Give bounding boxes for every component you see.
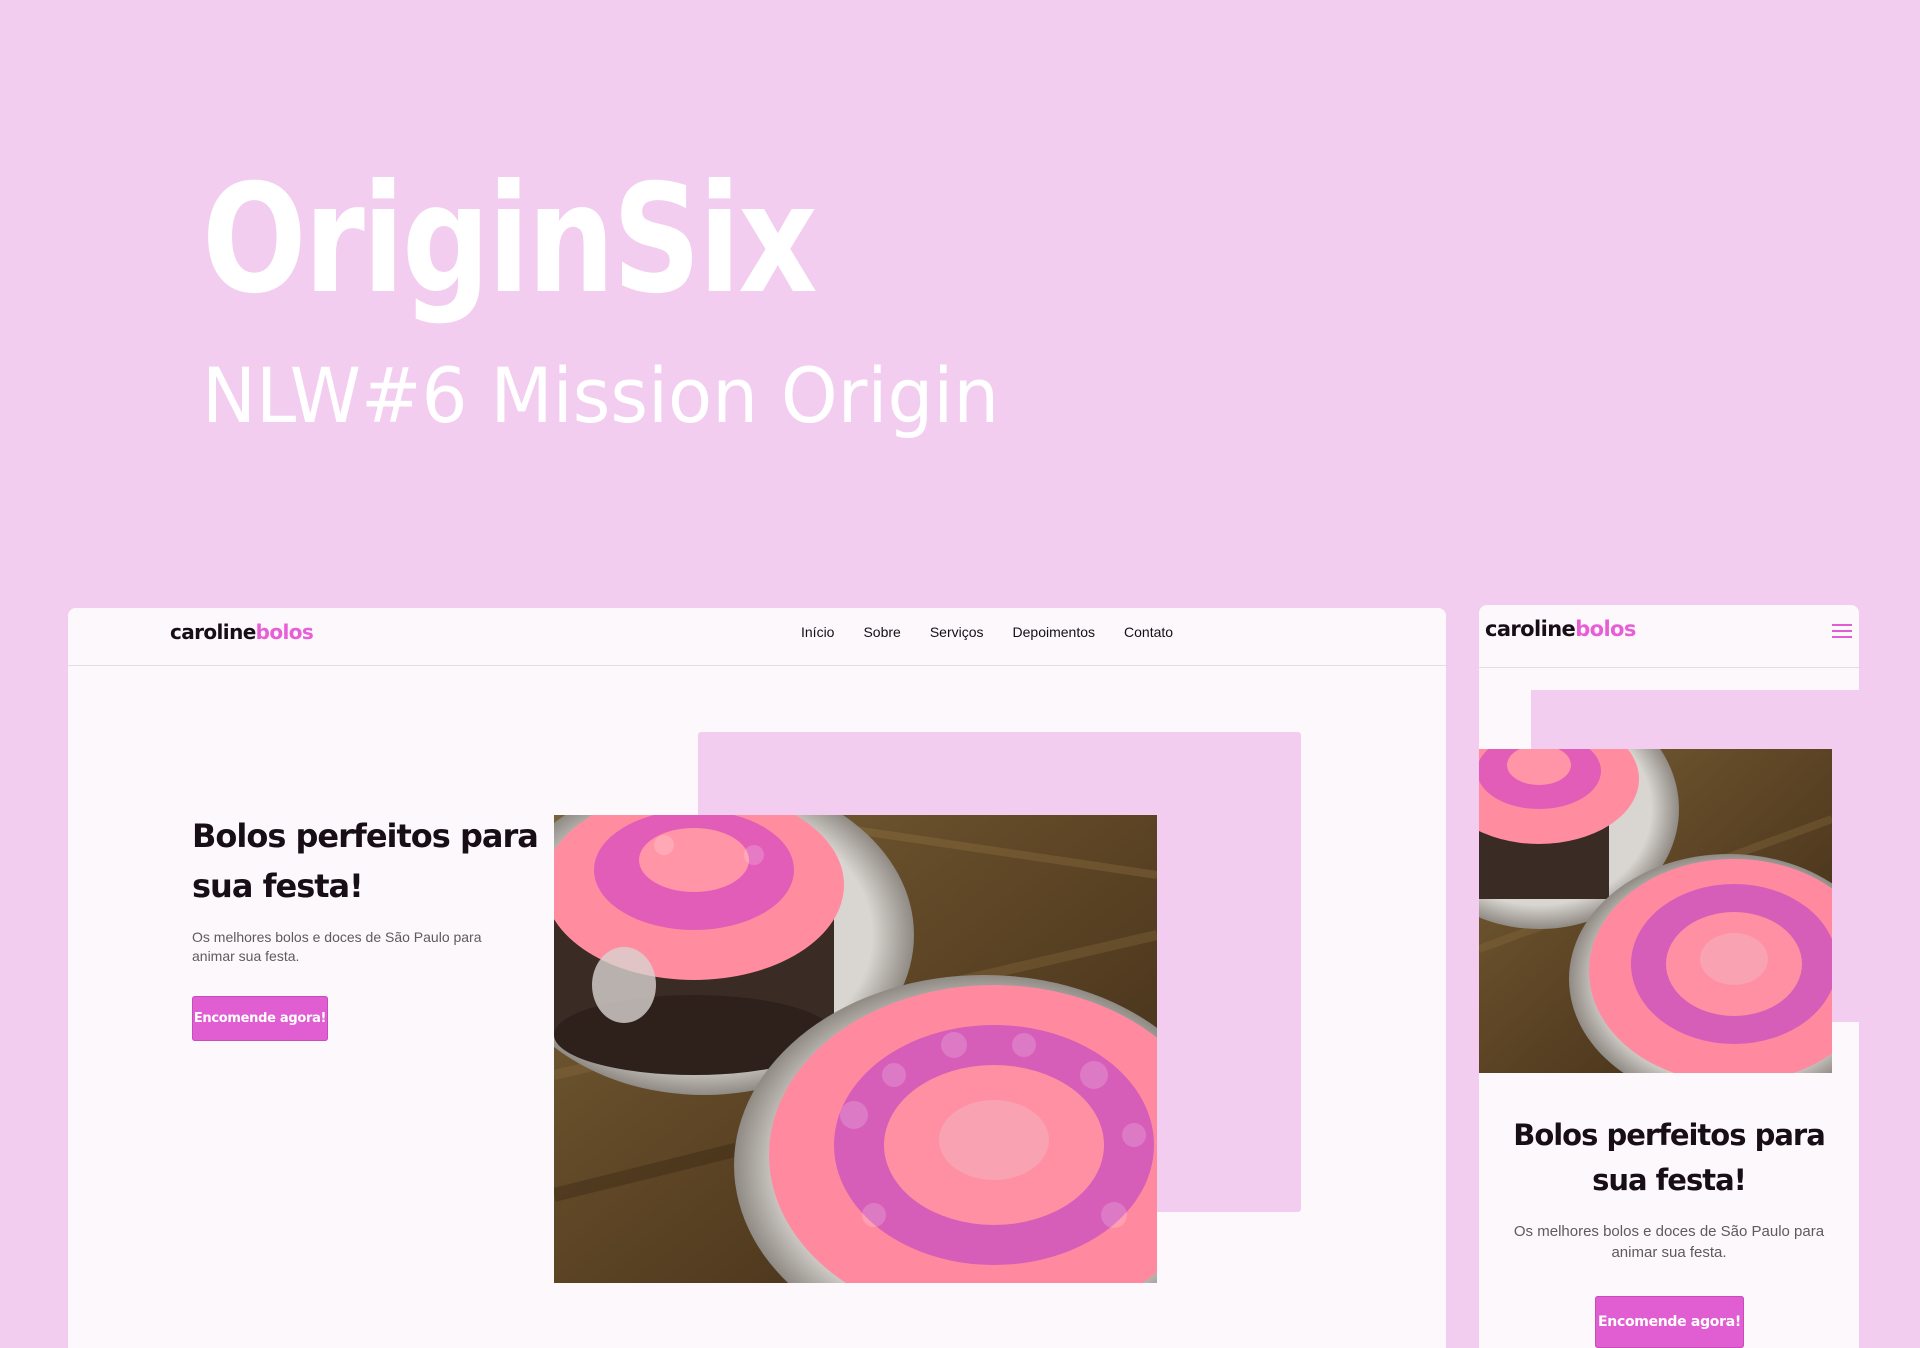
mobile-hero-description: Os melhores bolos e doces de São Paulo p…	[1513, 1223, 1825, 1261]
desktop-mockup: carolinebolos Início Sobre Serviços Depo…	[68, 608, 1446, 1348]
mobile-header: carolinebolos	[1479, 605, 1859, 668]
order-now-button[interactable]: Encomende agora!	[192, 996, 328, 1041]
mobile-logo-text-bolos: bolos	[1575, 617, 1636, 641]
site-header: carolinebolos Início Sobre Serviços Depo…	[68, 608, 1446, 666]
banner-title: OriginSix	[202, 153, 818, 327]
mobile-site-logo[interactable]: carolinebolos	[1485, 617, 1636, 641]
mobile-mockup: carolinebolos Bolos perfeitos para sua f…	[1479, 605, 1859, 1348]
cake-photo-illustration	[554, 815, 1157, 1283]
nav-item-sobre[interactable]: Sobre	[863, 624, 900, 640]
logo-text-caroline: caroline	[170, 620, 256, 644]
hero-description: Os melhores bolos e doces de São Paulo p…	[192, 929, 482, 964]
logo-text-bolos: bolos	[255, 620, 314, 644]
hero-headline: Bolos perfeitos para sua festa!	[192, 817, 539, 905]
mobile-cake-photo	[1479, 749, 1832, 1073]
main-nav: Início Sobre Serviços Depoimentos Contat…	[801, 624, 1173, 640]
nav-item-depoimentos[interactable]: Depoimentos	[1013, 624, 1096, 640]
mobile-hero-headline: Bolos perfeitos para sua festa!	[1513, 1118, 1826, 1197]
nav-item-inicio[interactable]: Início	[801, 624, 834, 640]
hamburger-menu-icon[interactable]	[1832, 623, 1852, 639]
nav-item-servicos[interactable]: Serviços	[930, 624, 984, 640]
site-logo[interactable]: carolinebolos	[170, 620, 314, 644]
mobile-logo-text-caroline: caroline	[1485, 617, 1576, 641]
cake-photo	[554, 815, 1157, 1283]
banner-subtitle: NLW#6 Mission Origin	[202, 351, 1000, 440]
mobile-order-now-button[interactable]: Encomende agora!	[1595, 1296, 1744, 1348]
nav-item-contato[interactable]: Contato	[1124, 624, 1173, 640]
mobile-cake-photo-illustration	[1479, 749, 1832, 1073]
